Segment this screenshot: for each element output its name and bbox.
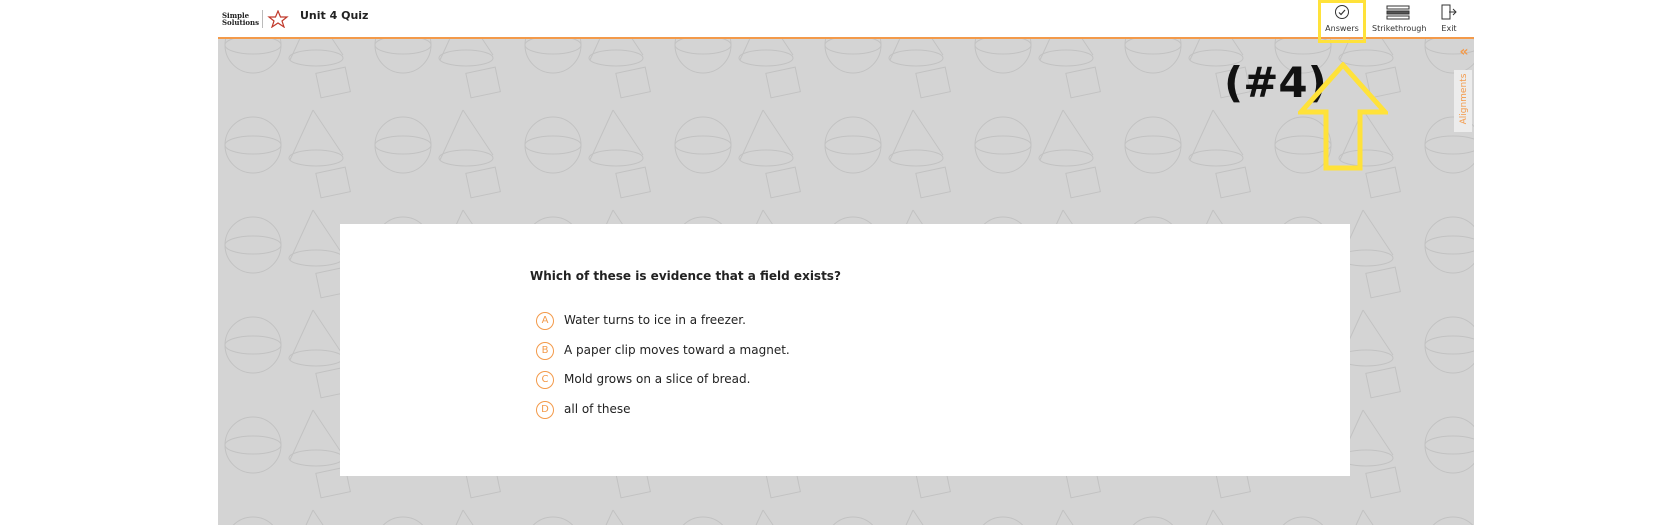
alignments-tab[interactable]: Alignments — [1454, 70, 1472, 132]
choice-letter[interactable]: A — [536, 312, 554, 330]
logo-text: Simple Solutions — [222, 11, 260, 27]
choice-letter[interactable]: C — [536, 371, 554, 389]
exit-label: Exit — [1441, 24, 1457, 33]
annotation-arrow-icon — [1298, 62, 1388, 171]
question-text: Which of these is evidence that a field … — [530, 269, 841, 283]
star-logo-icon — [262, 9, 293, 29]
choice-text: all of these — [564, 402, 631, 416]
choice-text: Water turns to ice in a freezer. — [564, 313, 746, 327]
alignments-label: Alignments — [1459, 73, 1469, 125]
collapse-panel-button[interactable]: « — [1456, 44, 1472, 60]
choice-text: Mold grows on a slice of bread. — [564, 372, 751, 386]
top-bar: Simple Solutions Unit 4 Quiz Answers Stri… — [218, 0, 1474, 39]
choice-letter[interactable]: B — [536, 342, 554, 360]
choice-letter[interactable]: D — [536, 401, 554, 419]
strikethrough-label: Strikethrough — [1372, 24, 1427, 33]
exit-door-icon — [1441, 4, 1457, 20]
exit-button[interactable]: Exit — [1430, 4, 1468, 36]
page-title: Unit 4 Quiz — [300, 9, 369, 22]
annotation-highlight-box — [1318, 0, 1366, 43]
logo: Simple Solutions — [220, 8, 310, 30]
question-card: Which of these is evidence that a field … — [340, 224, 1350, 476]
strikethrough-icon — [1386, 5, 1410, 20]
strikethrough-button[interactable]: Strikethrough — [1372, 4, 1427, 36]
choice-text: A paper clip moves toward a magnet. — [564, 343, 790, 357]
